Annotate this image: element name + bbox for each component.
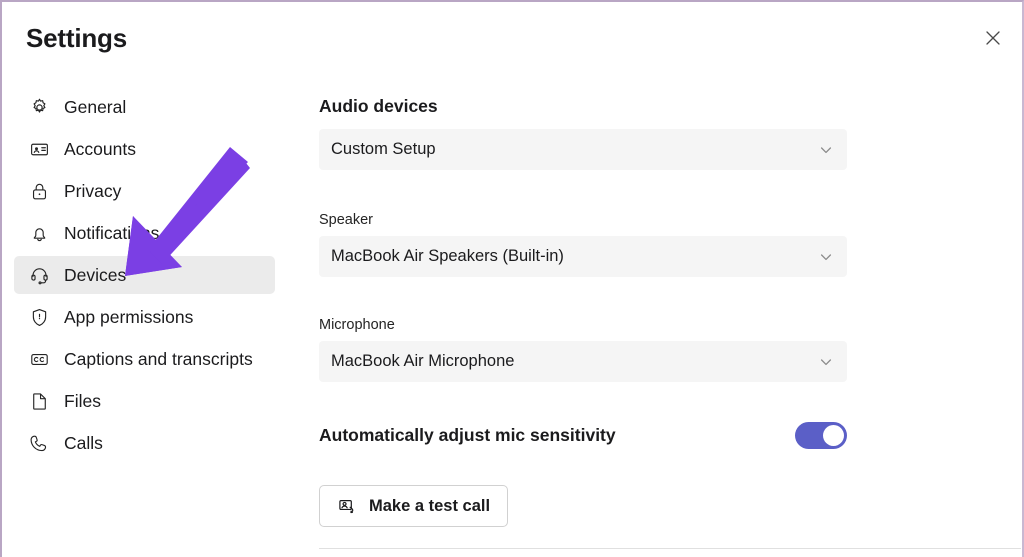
- dialog-header: Settings: [2, 2, 1022, 74]
- make-test-call-label: Make a test call: [369, 496, 491, 515]
- audio-setup-value: Custom Setup: [331, 140, 436, 158]
- speaker-dropdown[interactable]: MacBook Air Speakers (Built-in): [319, 236, 847, 277]
- sidebar-item-app-permissions[interactable]: App permissions: [14, 298, 275, 336]
- mic-sensitivity-label: Automatically adjust mic sensitivity: [319, 425, 616, 445]
- sidebar-item-devices[interactable]: Devices: [14, 256, 275, 294]
- speaker-value: MacBook Air Speakers (Built-in): [331, 247, 564, 265]
- microphone-value: MacBook Air Microphone: [331, 352, 515, 370]
- file-icon: [28, 390, 50, 412]
- audio-setup-dropdown[interactable]: Custom Setup: [319, 129, 847, 170]
- sidebar-item-label: Notifications: [64, 222, 160, 243]
- chevron-down-icon: [817, 248, 835, 266]
- microphone-label: Microphone: [319, 317, 395, 333]
- sidebar-item-label: Files: [64, 390, 101, 411]
- sidebar-item-label: Privacy: [64, 180, 122, 201]
- close-button[interactable]: [976, 21, 1010, 55]
- sidebar-item-notifications[interactable]: Notifications: [14, 214, 275, 252]
- sidebar-item-general[interactable]: General: [14, 88, 275, 126]
- microphone-dropdown[interactable]: MacBook Air Microphone: [319, 341, 847, 382]
- sidebar-item-captions-and-transcripts[interactable]: Captions and transcripts: [14, 340, 275, 378]
- sidebar-item-label: Captions and transcripts: [64, 348, 253, 369]
- speaker-label: Speaker: [319, 212, 374, 228]
- sidebar-item-label: Calls: [64, 432, 103, 453]
- settings-dialog: Settings General Accounts Privacy Notifi…: [0, 0, 1024, 557]
- bell-icon: [28, 222, 50, 244]
- sidebar-item-label: General: [64, 96, 127, 117]
- phone-icon: [28, 432, 50, 454]
- headset-icon: [28, 264, 50, 286]
- audio-devices-heading: Audio devices: [319, 96, 438, 116]
- mic-sensitivity-toggle[interactable]: [795, 422, 847, 449]
- sidebar-item-calls[interactable]: Calls: [14, 424, 275, 462]
- lock-icon: [28, 180, 50, 202]
- sidebar-item-privacy[interactable]: Privacy: [14, 172, 275, 210]
- id-card-icon: [28, 138, 50, 160]
- devices-settings-panel: Audio devices Custom Setup Speaker MacBo…: [319, 96, 879, 527]
- sidebar-item-files[interactable]: Files: [14, 382, 275, 420]
- chevron-down-icon: [817, 141, 835, 159]
- test-call-icon: [337, 496, 357, 516]
- close-icon: [983, 28, 1003, 48]
- page-title: Settings: [26, 23, 127, 53]
- sidebar-item-label: App permissions: [64, 306, 194, 327]
- gear-icon: [28, 96, 50, 118]
- make-test-call-button[interactable]: Make a test call: [319, 485, 509, 527]
- toggle-knob: [823, 425, 844, 446]
- sidebar-item-label: Accounts: [64, 138, 136, 159]
- chevron-down-icon: [817, 353, 835, 371]
- sidebar-item-label: Devices: [64, 264, 127, 285]
- settings-sidebar: General Accounts Privacy Notifications D…: [2, 88, 294, 462]
- shield-icon: [28, 306, 50, 328]
- sidebar-item-accounts[interactable]: Accounts: [14, 130, 275, 168]
- mic-sensitivity-row: Automatically adjust mic sensitivity: [319, 422, 847, 449]
- cc-icon: [28, 348, 50, 370]
- bottom-divider: [319, 548, 1021, 549]
